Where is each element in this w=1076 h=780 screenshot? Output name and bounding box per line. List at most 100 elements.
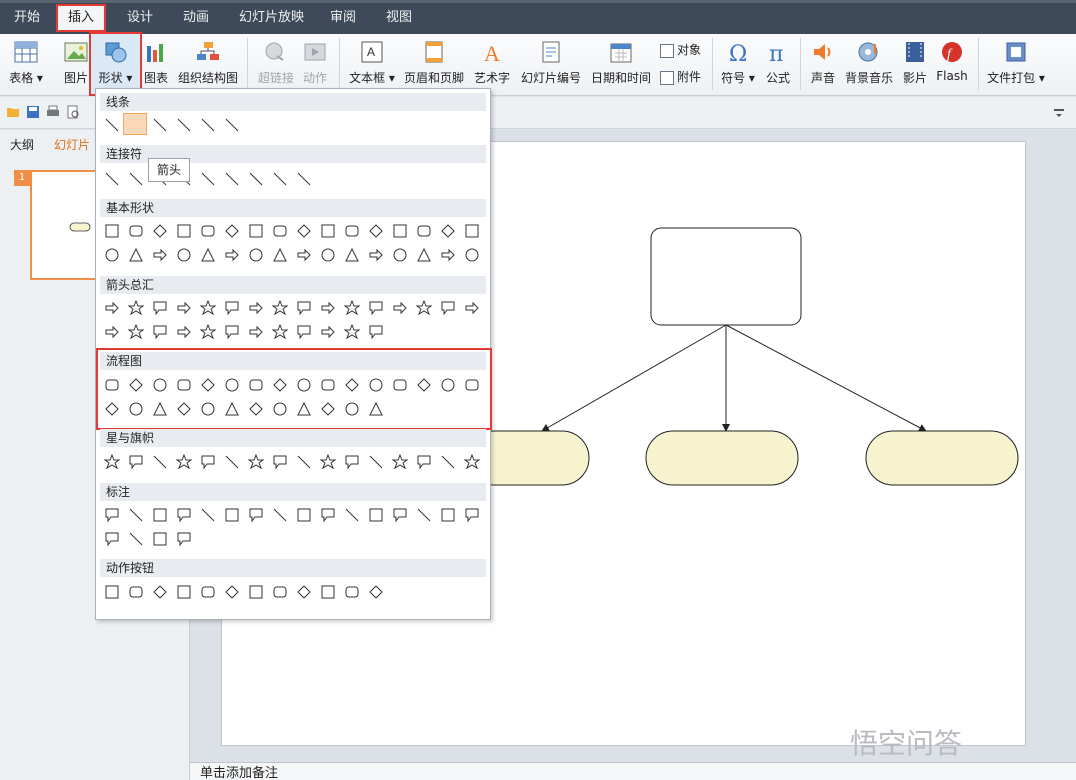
line-shape[interactable] — [152, 117, 168, 133]
callout-shape[interactable] — [368, 507, 384, 523]
basic-shape[interactable] — [344, 223, 360, 239]
star-shape[interactable] — [224, 454, 240, 470]
print-icon[interactable] — [46, 105, 60, 119]
callout-shape[interactable] — [272, 507, 288, 523]
basic-shape[interactable] — [128, 223, 144, 239]
arrow-shape[interactable] — [368, 300, 384, 316]
bg-music-button[interactable]: 背景音乐 — [843, 34, 895, 94]
arrow-shape[interactable] — [392, 300, 408, 316]
basic-shape[interactable] — [224, 223, 240, 239]
object-button[interactable]: 对象 — [660, 41, 701, 59]
flowchart-shape[interactable] — [176, 377, 192, 393]
basic-shape[interactable] — [392, 247, 408, 263]
callout-shape[interactable] — [176, 507, 192, 523]
arrow-shape[interactable] — [104, 324, 120, 340]
arrow-shape[interactable] — [343, 323, 361, 340]
basic-shape[interactable] — [392, 223, 408, 239]
flowchart-shape[interactable] — [224, 401, 240, 417]
callout-shape[interactable] — [224, 507, 240, 523]
action-button-shape[interactable] — [344, 584, 360, 600]
table-button[interactable]: 表格 ▾ — [4, 34, 48, 94]
flowchart-shape[interactable] — [368, 401, 384, 417]
action-button-shape[interactable] — [128, 584, 144, 600]
menu-slideshow[interactable]: 幻灯片放映 — [229, 6, 314, 30]
basic-shape[interactable] — [224, 247, 240, 263]
connector-shape[interactable] — [224, 171, 240, 187]
menu-design[interactable]: 设计 — [117, 6, 163, 30]
basic-shape[interactable] — [368, 223, 384, 239]
basic-shape[interactable] — [248, 223, 264, 239]
flowchart-shape[interactable] — [248, 401, 264, 417]
flowchart-shape[interactable] — [320, 401, 336, 417]
star-shape[interactable] — [247, 453, 265, 470]
star-shape[interactable] — [103, 453, 121, 470]
basic-shape[interactable] — [104, 223, 120, 239]
arrow-shape[interactable] — [296, 324, 312, 340]
action-button[interactable]: 动作 — [298, 34, 332, 94]
callout-shape[interactable] — [296, 507, 312, 523]
arrow-shape[interactable] — [127, 299, 145, 316]
arrow-shape[interactable] — [224, 324, 240, 340]
callout-shape[interactable] — [104, 531, 120, 547]
line-shape[interactable] — [104, 117, 120, 133]
basic-shape[interactable] — [440, 247, 456, 263]
basic-shape[interactable] — [176, 223, 192, 239]
line-shape[interactable] — [176, 117, 192, 133]
save-icon[interactable] — [26, 105, 40, 119]
org-chart-button[interactable]: 组织结构图 — [176, 34, 240, 94]
star-shape[interactable] — [272, 454, 288, 470]
menu-home[interactable]: 开始 — [4, 6, 50, 30]
flowchart-shape[interactable] — [344, 377, 360, 393]
preview-icon[interactable] — [66, 105, 80, 119]
toolbar-options-icon[interactable] — [1052, 106, 1066, 120]
basic-shape[interactable] — [200, 223, 216, 239]
connector-shape[interactable] — [248, 171, 264, 187]
flowchart-shape[interactable] — [440, 377, 456, 393]
action-button-shape[interactable] — [320, 584, 336, 600]
star-shape[interactable] — [440, 454, 456, 470]
action-button-shape[interactable] — [104, 584, 120, 600]
arrow-shape[interactable] — [224, 300, 240, 316]
star-shape[interactable] — [128, 454, 144, 470]
star-shape[interactable] — [463, 453, 481, 470]
basic-shape[interactable] — [320, 223, 336, 239]
menu-insert[interactable]: 插入 — [55, 4, 107, 32]
terminator-right[interactable] — [865, 430, 1019, 486]
action-button-shape[interactable] — [248, 584, 264, 600]
flowchart-shape[interactable] — [368, 377, 384, 393]
sound-button[interactable]: 声音 — [806, 34, 840, 94]
top-box[interactable] — [650, 227, 802, 326]
callout-shape[interactable] — [344, 507, 360, 523]
star-shape[interactable] — [391, 453, 409, 470]
action-button-shape[interactable] — [176, 584, 192, 600]
callout-shape[interactable] — [416, 507, 432, 523]
arrow-left[interactable] — [541, 324, 727, 432]
menu-review[interactable]: 审阅 — [320, 6, 366, 30]
flowchart-shape[interactable] — [128, 401, 144, 417]
star-shape[interactable] — [152, 454, 168, 470]
arrow-shape[interactable] — [296, 300, 312, 316]
arrow-shape[interactable] — [464, 300, 480, 316]
chart-button[interactable]: 图表 — [141, 34, 171, 94]
arrow-shape[interactable] — [152, 324, 168, 340]
tab-outline[interactable]: 大纲 — [10, 136, 34, 153]
basic-shape[interactable] — [248, 247, 264, 263]
selected-arrow-shape[interactable] — [123, 113, 147, 135]
arrow-shape[interactable] — [199, 323, 217, 340]
flash-button[interactable]: f Flash — [934, 34, 970, 94]
callout-shape[interactable] — [248, 507, 264, 523]
callout-shape[interactable] — [128, 531, 144, 547]
flowchart-shape[interactable] — [104, 377, 120, 393]
connector-shape[interactable] — [104, 171, 120, 187]
flowchart-shape[interactable] — [152, 377, 168, 393]
callout-shape[interactable] — [464, 507, 480, 523]
callout-shape[interactable] — [440, 507, 456, 523]
basic-shape[interactable] — [272, 247, 288, 263]
star-shape[interactable] — [296, 454, 312, 470]
wordart-button[interactable]: A 艺术字 — [471, 34, 513, 94]
basic-shape[interactable] — [464, 247, 480, 263]
movie-button[interactable]: 影片 — [898, 34, 932, 94]
symbol-button[interactable]: Ω 符号 ▾ — [718, 34, 758, 94]
basic-shape[interactable] — [416, 223, 432, 239]
star-shape[interactable] — [175, 453, 193, 470]
